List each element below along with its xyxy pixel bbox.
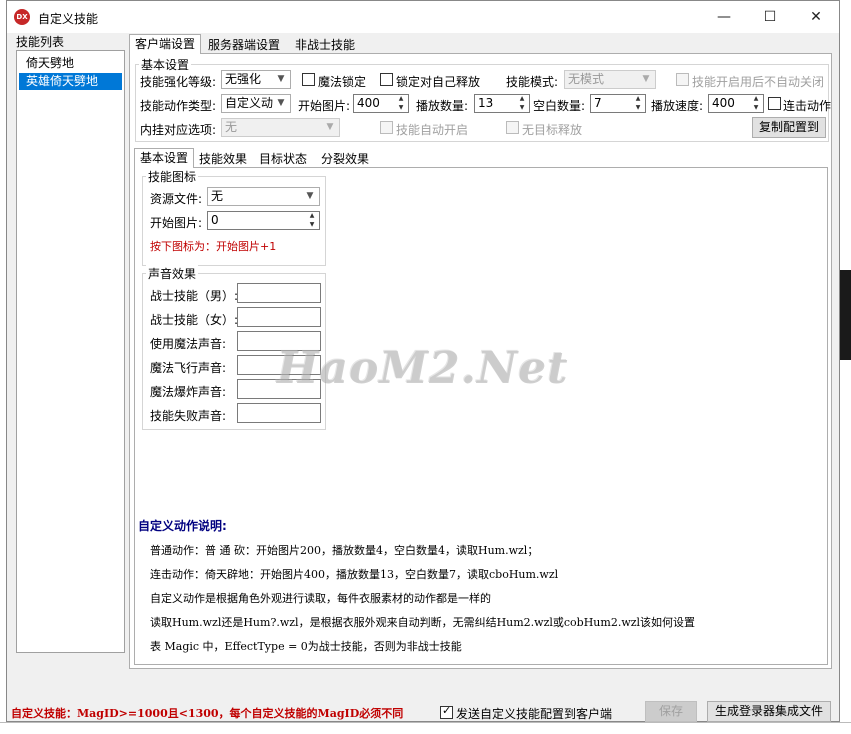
auto-enable-label: 技能自动开启 xyxy=(396,123,469,137)
spin-down-icon[interactable]: ▼ xyxy=(394,104,408,112)
explanation-line: 连击动作：倚天辟地：开始图片400，播放数量13，空白数量7，读取cboHum.… xyxy=(150,568,559,581)
blank-count-value: 7 xyxy=(594,96,602,110)
tab-client-settings[interactable]: 客户端设置 xyxy=(129,34,201,54)
spin-up-icon[interactable]: ▲ xyxy=(631,95,645,103)
lock-self-label: 锁定对自己释放 xyxy=(396,75,481,89)
sound-label-magic-explode: 魔法爆炸声音: xyxy=(150,385,227,399)
chevron-down-icon: ▼ xyxy=(642,74,650,84)
sound-label-use-magic: 使用魔法声音: xyxy=(150,337,227,351)
background-console-strip xyxy=(840,270,851,360)
hang-option-label: 内挂对应选项: xyxy=(140,123,217,137)
sound-input-warrior-male[interactable] xyxy=(237,283,321,303)
combo-action-label: 连击动作 xyxy=(783,99,832,113)
watermark: HaoM2.Net xyxy=(276,342,568,393)
send-config-label: 发送自定义技能配置到客户端 xyxy=(456,707,613,721)
minimize-button[interactable]: — xyxy=(701,1,747,33)
strengthen-level-label: 技能强化等级: xyxy=(140,75,217,89)
sound-input-warrior-female[interactable] xyxy=(237,307,321,327)
background-app-bottom xyxy=(0,722,851,734)
title-bar[interactable]: DX 自定义技能 — ☐ ✕ xyxy=(7,1,839,33)
spin-up-icon[interactable]: ▲ xyxy=(749,95,763,103)
explanation-line: 表 Magic 中，EffectType = 0为战士技能，否则为非战士技能 xyxy=(150,640,462,653)
spin-down-icon[interactable]: ▼ xyxy=(305,221,319,229)
spin-up-icon[interactable]: ▲ xyxy=(305,212,319,220)
skill-mode-value: 无模式 xyxy=(568,72,605,86)
spin-down-icon[interactable]: ▼ xyxy=(515,104,529,112)
send-config-checkbox[interactable] xyxy=(440,704,453,719)
explanation-title: 自定义动作说明: xyxy=(138,519,227,533)
icon-start-image-label: 开始图片: xyxy=(150,216,203,230)
sound-label-magic-flight: 魔法飞行声音: xyxy=(150,361,227,375)
sound-label-warrior-female: 战士技能（女）: xyxy=(150,313,239,327)
resource-file-select[interactable]: 无 ▼ xyxy=(207,187,320,206)
spin-up-icon[interactable]: ▲ xyxy=(515,95,529,103)
start-image-spinner[interactable]: 400 ▲ ▼ xyxy=(353,94,409,113)
skill-list-label: 技能列表 xyxy=(16,35,65,49)
action-type-label: 技能动作类型: xyxy=(140,99,217,113)
skill-icon-label: 技能图标 xyxy=(146,168,199,185)
strengthen-level-value: 无强化 xyxy=(225,72,262,86)
chevron-down-icon: ▼ xyxy=(306,191,314,201)
play-speed-label: 播放速度: xyxy=(651,99,704,113)
explanation-line: 读取Hum.wzl还是Hum?.wzl，是根据衣服外观来自动判断，无需纠结Hum… xyxy=(150,616,696,629)
sound-label-skill-fail: 技能失败声音: xyxy=(150,409,227,423)
spin-down-icon[interactable]: ▼ xyxy=(749,104,763,112)
magic-lock-checkbox[interactable] xyxy=(302,73,315,86)
hang-option-select[interactable]: 无 ▼ xyxy=(221,118,340,137)
generate-launcher-file-button[interactable]: 生成登录器集成文件 xyxy=(707,701,831,722)
close-button[interactable]: ✕ xyxy=(793,1,839,33)
app-icon: DX xyxy=(14,9,30,25)
action-type-value: 自定义动 xyxy=(225,96,274,110)
list-item[interactable]: 倚天劈地 xyxy=(19,55,122,72)
resource-file-label: 资源文件: xyxy=(150,192,203,206)
lock-self-checkbox[interactable] xyxy=(380,73,393,86)
explanation-line: 自定义动作是根据角色外观进行读取，每件衣服素材的动作都是一样的 xyxy=(150,592,491,605)
auto-enable-checkbox[interactable] xyxy=(380,121,393,134)
icon-start-image-spinner[interactable]: 0 ▲ ▼ xyxy=(207,211,320,230)
chevron-down-icon: ▼ xyxy=(277,98,285,108)
magid-note: 自定义技能：MagID>=1000且<1300，每个自定义技能的MagID必须不… xyxy=(11,707,404,720)
save-button[interactable]: 保存 xyxy=(645,701,697,722)
tab-basic-settings[interactable]: 基本设置 xyxy=(134,148,194,168)
play-speed-spinner[interactable]: 400 ▲ ▼ xyxy=(708,94,764,113)
magic-lock-label: 魔法锁定 xyxy=(318,75,367,89)
sound-label-warrior-male: 战士技能（男）: xyxy=(150,289,239,303)
basic-settings-subpanel: 技能图标 资源文件: 无 ▼ 开始图片: 0 ▲ ▼ 按下图标为：开始图片+1 声… xyxy=(134,167,828,665)
start-image-label: 开始图片: xyxy=(298,99,351,113)
sound-input-skill-fail[interactable] xyxy=(237,403,321,423)
strengthen-level-select[interactable]: 无强化 ▼ xyxy=(221,70,291,89)
spin-up-icon[interactable]: ▲ xyxy=(394,95,408,103)
no-target-checkbox[interactable] xyxy=(506,121,519,134)
no-auto-close-checkbox[interactable] xyxy=(676,73,689,86)
skill-mode-label: 技能模式: xyxy=(506,75,559,89)
no-auto-close-label: 技能开启用后不自动关闭 xyxy=(692,75,825,89)
maximize-button[interactable]: ☐ xyxy=(747,1,793,33)
skill-list[interactable]: 倚天劈地 英雄倚天劈地 xyxy=(16,50,125,653)
spin-down-icon[interactable]: ▼ xyxy=(631,104,645,112)
chevron-down-icon: ▼ xyxy=(326,122,334,132)
window-title: 自定义技能 xyxy=(38,12,99,26)
blank-count-label: 空白数量: xyxy=(533,99,586,113)
icon-hint: 按下图标为：开始图片+1 xyxy=(150,240,277,253)
play-count-label: 播放数量: xyxy=(416,99,469,113)
no-target-label: 无目标释放 xyxy=(522,123,583,137)
start-image-value: 400 xyxy=(357,96,380,110)
play-count-value: 13 xyxy=(478,96,494,110)
copy-config-button[interactable]: 复制配置到 xyxy=(752,117,826,138)
play-speed-value: 400 xyxy=(712,96,735,110)
basic-settings-label: 基本设置 xyxy=(139,56,192,73)
resource-file-value: 无 xyxy=(211,189,224,203)
explanation-line: 普通动作：普 通 砍：开始图片200，播放数量4，空白数量4，读取Hum.wzl… xyxy=(150,544,539,557)
combo-action-checkbox[interactable] xyxy=(768,97,781,110)
list-item-selected[interactable]: 英雄倚天劈地 xyxy=(19,73,122,90)
play-count-spinner[interactable]: 13 ▲ ▼ xyxy=(474,94,530,113)
icon-start-image-value: 0 xyxy=(211,213,219,227)
sound-effects-label: 声音效果 xyxy=(146,265,199,282)
chevron-down-icon: ▼ xyxy=(277,74,285,84)
blank-count-spinner[interactable]: 7 ▲ ▼ xyxy=(590,94,646,113)
skill-mode-select[interactable]: 无模式 ▼ xyxy=(564,70,656,89)
hang-option-value: 无 xyxy=(225,120,238,134)
action-type-select[interactable]: 自定义动 ▼ xyxy=(221,94,291,113)
